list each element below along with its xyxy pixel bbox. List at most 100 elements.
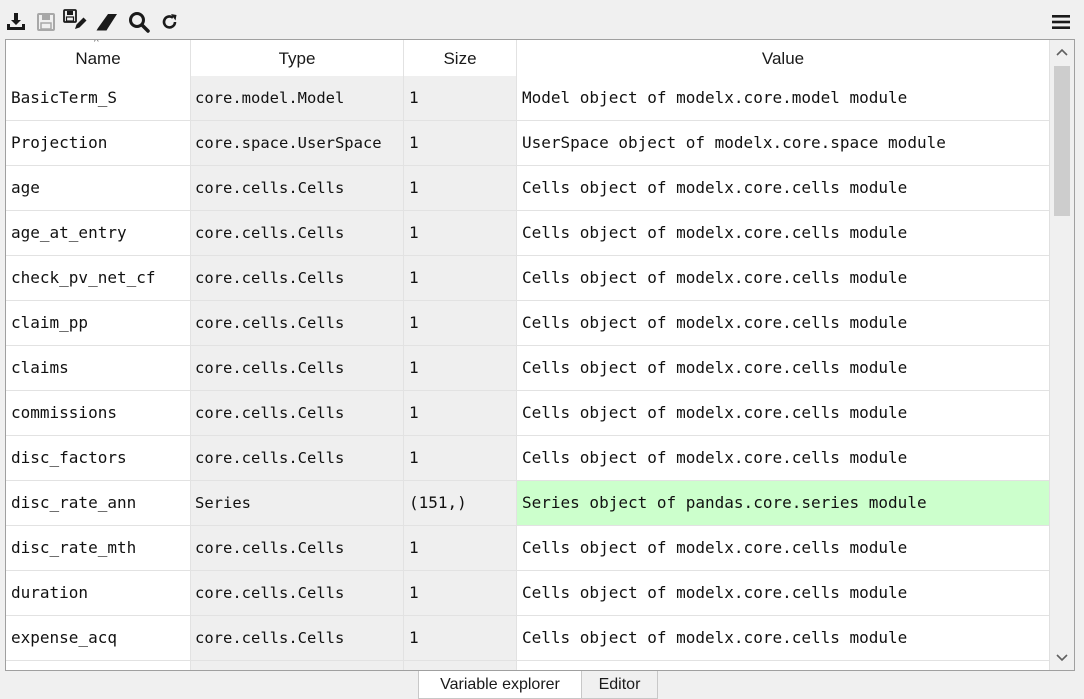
cell-size[interactable]: 1: [404, 346, 517, 391]
cell-type[interactable]: core.cells.Cells: [191, 391, 404, 436]
cell-type[interactable]: core.cells.Cells: [191, 616, 404, 661]
cell-type[interactable]: core.cells.Cells: [191, 301, 404, 346]
cell-value[interactable]: Cells object of modelx.core.cells module: [517, 166, 1050, 211]
cell-size[interactable]: 1: [404, 571, 517, 616]
cell-value[interactable]: Cells object of modelx.core.cells module: [517, 571, 1050, 616]
search-button[interactable]: [126, 9, 152, 35]
save-as-icon: [62, 8, 88, 32]
cell-value[interactable]: Cells object of modelx.core.cells module: [517, 436, 1050, 481]
cell-size[interactable]: (151,): [404, 481, 517, 526]
cell-value[interactable]: Cells object of modelx.core.cells module: [517, 616, 1050, 661]
import-data-button[interactable]: [3, 9, 29, 35]
cell-size[interactable]: 1: [404, 391, 517, 436]
cell-value[interactable]: Cells object of modelx.core.cells module: [517, 301, 1050, 346]
cell-size[interactable]: 1: [404, 616, 517, 661]
cell-type[interactable]: core.cells.Cells: [191, 436, 404, 481]
tab-editor[interactable]: Editor: [582, 671, 658, 699]
scroll-down-button[interactable]: [1050, 648, 1074, 668]
cell-value[interactable]: Cells object of modelx.core.cells module: [517, 526, 1050, 571]
cell-name[interactable]: BasicTerm_S: [6, 76, 191, 121]
table-header: ^ Name Type Size Value: [6, 40, 1052, 76]
table-row[interactable]: [6, 661, 1052, 670]
cell-type[interactable]: core.cells.Cells: [191, 166, 404, 211]
cell-size[interactable]: 1: [404, 166, 517, 211]
cell-name[interactable]: Projection: [6, 121, 191, 166]
cell-size[interactable]: 1: [404, 526, 517, 571]
save-as-button[interactable]: [62, 7, 88, 33]
cell-type[interactable]: core.cells.Cells: [191, 211, 404, 256]
table-row[interactable]: Projection core.space.UserSpace 1 UserSp…: [6, 121, 1052, 166]
cell-name[interactable]: age_at_entry: [6, 211, 191, 256]
table-row[interactable]: commissions core.cells.Cells 1 Cells obj…: [6, 391, 1052, 436]
table-row[interactable]: claims core.cells.Cells 1 Cells object o…: [6, 346, 1052, 391]
chevron-up-icon: [1056, 43, 1068, 61]
cell-value-highlighted[interactable]: Series object of pandas.core.series modu…: [517, 481, 1050, 526]
hamburger-menu-icon: [1051, 13, 1071, 31]
column-header-size[interactable]: Size: [404, 40, 517, 76]
cell-value[interactable]: Model object of modelx.core.model module: [517, 76, 1050, 121]
cell-name[interactable]: disc_rate_mth: [6, 526, 191, 571]
cell-type[interactable]: core.model.Model: [191, 76, 404, 121]
save-icon: [36, 12, 56, 32]
table-row[interactable]: check_pv_net_cf core.cells.Cells 1 Cells…: [6, 256, 1052, 301]
cell-name[interactable]: expense_acq: [6, 616, 191, 661]
cell-size[interactable]: [404, 661, 517, 670]
cell-type[interactable]: core.space.UserSpace: [191, 121, 404, 166]
cell-size[interactable]: 1: [404, 121, 517, 166]
options-menu-button[interactable]: [1048, 9, 1074, 35]
remove-all-button[interactable]: [94, 9, 120, 35]
cell-name[interactable]: duration: [6, 571, 191, 616]
cell-name[interactable]: claims: [6, 346, 191, 391]
cell-name[interactable]: [6, 661, 191, 670]
cell-type[interactable]: core.cells.Cells: [191, 256, 404, 301]
cell-size[interactable]: 1: [404, 436, 517, 481]
cell-value[interactable]: Cells object of modelx.core.cells module: [517, 391, 1050, 436]
table-row[interactable]: disc_factors core.cells.Cells 1 Cells ob…: [6, 436, 1052, 481]
cell-value[interactable]: Cells object of modelx.core.cells module: [517, 346, 1050, 391]
cell-name[interactable]: disc_rate_ann: [6, 481, 191, 526]
cell-size[interactable]: 1: [404, 76, 517, 121]
table-row[interactable]: disc_rate_mth core.cells.Cells 1 Cells o…: [6, 526, 1052, 571]
tab-variable-explorer[interactable]: Variable explorer: [418, 671, 582, 699]
cell-type[interactable]: [191, 661, 404, 670]
bottom-tab-bar: Variable explorer Editor: [0, 671, 1084, 699]
table-row[interactable]: expense_acq core.cells.Cells 1 Cells obj…: [6, 616, 1052, 661]
cell-name[interactable]: age: [6, 166, 191, 211]
column-header-name-label: Name: [75, 49, 121, 68]
table-row[interactable]: claim_pp core.cells.Cells 1 Cells object…: [6, 301, 1052, 346]
import-data-icon: [5, 12, 27, 32]
cell-type[interactable]: Series: [191, 481, 404, 526]
column-header-value[interactable]: Value: [517, 40, 1050, 76]
cell-name[interactable]: claim_pp: [6, 301, 191, 346]
table-row[interactable]: age_at_entry core.cells.Cells 1 Cells ob…: [6, 211, 1052, 256]
table-row[interactable]: disc_rate_ann Series (151,) Series objec…: [6, 481, 1052, 526]
column-header-type[interactable]: Type: [191, 40, 404, 76]
column-header-type-label: Type: [278, 49, 316, 68]
cell-size[interactable]: 1: [404, 256, 517, 301]
cell-name[interactable]: check_pv_net_cf: [6, 256, 191, 301]
cell-name[interactable]: commissions: [6, 391, 191, 436]
cell-value[interactable]: [517, 661, 1050, 670]
cell-value[interactable]: UserSpace object of modelx.core.space mo…: [517, 121, 1050, 166]
chevron-down-icon: [1056, 649, 1068, 667]
cell-size[interactable]: 1: [404, 301, 517, 346]
cell-type[interactable]: core.cells.Cells: [191, 526, 404, 571]
save-button[interactable]: [33, 9, 59, 35]
refresh-button[interactable]: [157, 9, 183, 35]
cell-name[interactable]: disc_factors: [6, 436, 191, 481]
eraser-icon: [95, 12, 119, 32]
scroll-up-button[interactable]: [1050, 42, 1074, 62]
table-row[interactable]: duration core.cells.Cells 1 Cells object…: [6, 571, 1052, 616]
search-icon: [128, 11, 150, 33]
cell-value[interactable]: Cells object of modelx.core.cells module: [517, 256, 1050, 301]
cell-type[interactable]: core.cells.Cells: [191, 346, 404, 391]
cell-value[interactable]: Cells object of modelx.core.cells module: [517, 211, 1050, 256]
cell-type[interactable]: core.cells.Cells: [191, 571, 404, 616]
table-row[interactable]: age core.cells.Cells 1 Cells object of m…: [6, 166, 1052, 211]
table-row[interactable]: BasicTerm_S core.model.Model 1 Model obj…: [6, 76, 1052, 121]
scrollbar-thumb[interactable]: [1054, 66, 1070, 216]
vertical-scrollbar[interactable]: [1049, 40, 1074, 670]
variables-table: ^ Name Type Size Value BasicTerm_S core.…: [5, 39, 1075, 671]
column-header-name[interactable]: ^ Name: [6, 40, 191, 76]
cell-size[interactable]: 1: [404, 211, 517, 256]
